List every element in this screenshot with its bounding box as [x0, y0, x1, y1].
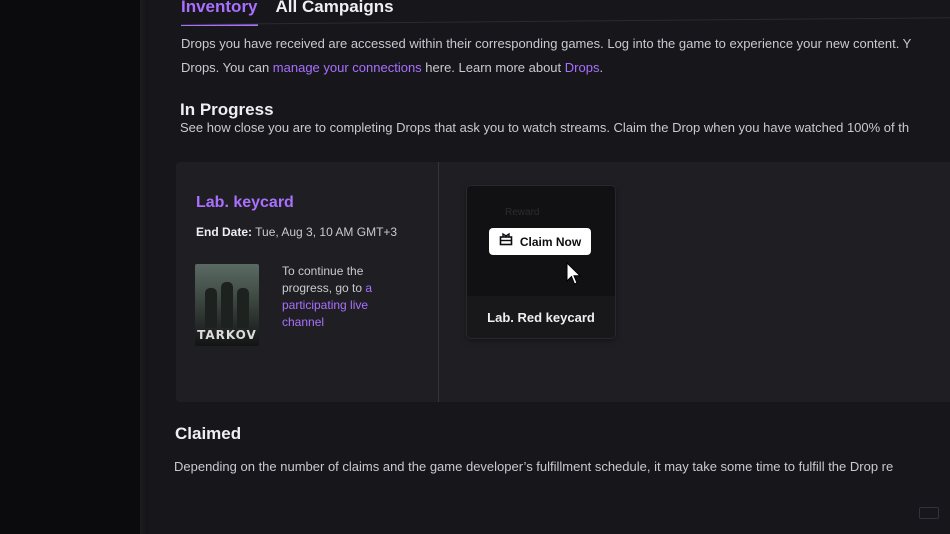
end-date-label: End Date: — [196, 225, 253, 239]
end-date: End Date: Tue, Aug 3, 10 AM GMT+3 — [196, 225, 397, 239]
card-divider — [438, 162, 439, 402]
continue-message: To continue the progress, go to a partic… — [282, 263, 390, 331]
soldier-figure — [221, 282, 233, 328]
sidebar-edge — [140, 0, 148, 534]
game-box-art[interactable]: TARKOV — [195, 264, 259, 346]
campaign-title[interactable]: Lab. keycard — [196, 194, 294, 212]
left-sidebar — [0, 0, 140, 534]
intro-text-c: . — [599, 60, 604, 75]
in-progress-description: See how close you are to completing Drop… — [180, 120, 910, 135]
reward-card: Reward Claim Now Lab. Red keycard — [467, 186, 615, 338]
intro-text-a: Drops. You can — [181, 60, 273, 75]
claimed-heading: Claimed — [175, 424, 242, 443]
manage-connections-link[interactable]: manage your connections — [273, 60, 422, 75]
in-progress-heading: In Progress — [180, 100, 274, 119]
soldier-figure — [237, 288, 249, 328]
reward-name: Lab. Red keycard — [487, 310, 595, 325]
channel-watermark-icon — [919, 507, 939, 519]
intro-text-b: here. Learn more about — [421, 60, 565, 75]
intro-line-2: Drops. You can manage your connections h… — [181, 56, 950, 80]
drops-intro: Drops you have received are accessed wit… — [181, 32, 950, 80]
tab-inventory[interactable]: Inventory — [181, 0, 258, 26]
drops-link[interactable]: Drops — [565, 60, 600, 75]
mouse-cursor-icon — [566, 261, 582, 291]
claimed-description: Depending on the number of claims and th… — [174, 459, 894, 474]
soldier-figure — [205, 288, 217, 328]
claim-now-button[interactable]: Claim Now — [489, 228, 591, 255]
continue-text: To continue the progress, go to — [282, 264, 366, 295]
tab-bar: Inventory All Campaigns — [181, 0, 394, 26]
tab-all-campaigns[interactable]: All Campaigns — [276, 0, 394, 23]
game-logo: TARKOV — [197, 328, 257, 342]
reward-image-label: Reward — [505, 207, 540, 218]
gift-box-icon — [499, 232, 513, 251]
claim-now-label: Claim Now — [519, 234, 582, 249]
intro-line-1: Drops you have received are accessed wit… — [181, 36, 912, 51]
end-date-value: Tue, Aug 3, 10 AM GMT+3 — [252, 225, 398, 239]
campaign-card: Lab. keycard End Date: Tue, Aug 3, 10 AM… — [176, 162, 950, 402]
